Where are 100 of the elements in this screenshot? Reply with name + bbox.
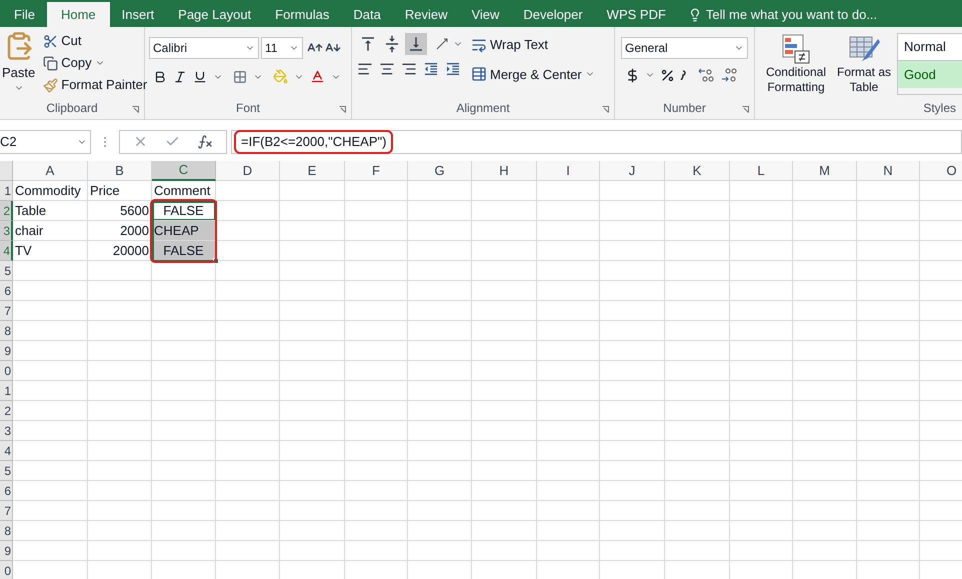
grid-cell[interactable] xyxy=(857,461,920,481)
grid-cell[interactable]: Table xyxy=(13,201,88,221)
grid-cell[interactable] xyxy=(472,221,537,241)
grid-cell[interactable] xyxy=(665,441,730,461)
grid-cell[interactable] xyxy=(730,381,793,401)
grid-cell[interactable] xyxy=(793,401,857,421)
grid-cell[interactable] xyxy=(537,521,600,541)
grid-cell[interactable] xyxy=(216,501,280,521)
grid-cell[interactable] xyxy=(537,441,600,461)
grid-cell[interactable] xyxy=(216,481,280,501)
grid-cell[interactable] xyxy=(600,421,665,441)
grid-cell[interactable] xyxy=(408,501,472,521)
grid-cell[interactable] xyxy=(216,301,280,321)
grid-cell[interactable] xyxy=(665,401,730,421)
column-header[interactable]: G xyxy=(408,161,472,181)
grid-cell[interactable] xyxy=(88,361,152,381)
grid-cell[interactable] xyxy=(600,501,665,521)
grid-cell[interactable] xyxy=(730,181,793,201)
grid-cell[interactable] xyxy=(600,221,665,241)
grid-cell[interactable] xyxy=(537,321,600,341)
grid-cell[interactable] xyxy=(88,501,152,521)
grid-cell[interactable] xyxy=(408,541,472,561)
grid-cell[interactable] xyxy=(730,461,793,481)
grid-cell[interactable] xyxy=(345,281,408,301)
grid-cell[interactable] xyxy=(88,421,152,441)
grid-cell[interactable] xyxy=(152,321,216,341)
wrap-text-button[interactable]: Wrap Text xyxy=(471,35,595,54)
grid-cell[interactable]: CHEAP xyxy=(152,221,216,241)
grid-cell[interactable] xyxy=(857,401,920,421)
grid-cell[interactable] xyxy=(13,481,88,501)
grid-cell[interactable] xyxy=(600,321,665,341)
grid-cell[interactable] xyxy=(88,541,152,561)
grid-cell[interactable] xyxy=(152,421,216,441)
grid-cell[interactable] xyxy=(600,281,665,301)
grid-cell[interactable] xyxy=(408,401,472,421)
column-header[interactable]: L xyxy=(730,161,793,181)
row-header[interactable]: 7 xyxy=(0,301,13,321)
grid-cell[interactable] xyxy=(472,401,537,421)
grid-cell[interactable] xyxy=(408,281,472,301)
grid-cell[interactable] xyxy=(88,301,152,321)
row-header[interactable]: 5 xyxy=(0,461,13,481)
grid-cell[interactable] xyxy=(793,361,857,381)
row-header[interactable]: 6 xyxy=(0,481,13,501)
ribbon-tab[interactable]: Review xyxy=(392,2,460,27)
grid-cell[interactable] xyxy=(408,201,472,221)
grid-cell[interactable] xyxy=(600,381,665,401)
grid-cell[interactable] xyxy=(600,441,665,461)
grid-cell[interactable] xyxy=(793,421,857,441)
grid-cell[interactable] xyxy=(280,301,345,321)
grid-cell[interactable] xyxy=(408,341,472,361)
grid-cell[interactable] xyxy=(537,221,600,241)
dialog-launcher-icon[interactable] xyxy=(742,106,749,113)
grid-cell[interactable]: Comment xyxy=(152,181,216,201)
column-header[interactable]: M xyxy=(793,161,857,181)
insert-function-icon[interactable] xyxy=(197,134,214,150)
align-center-icon[interactable] xyxy=(379,61,395,77)
row-header[interactable]: 2 xyxy=(0,201,13,221)
tell-me-search[interactable]: Tell me what you want to do... xyxy=(706,4,878,24)
column-header[interactable]: I xyxy=(537,161,600,181)
grid-cell[interactable] xyxy=(88,281,152,301)
grid-cell[interactable] xyxy=(793,481,857,501)
grid-cell[interactable] xyxy=(152,281,216,301)
grid-cell[interactable] xyxy=(280,441,345,461)
grid-cell[interactable] xyxy=(793,241,857,261)
grid-cell[interactable] xyxy=(472,181,537,201)
grid-cell[interactable] xyxy=(793,501,857,521)
grid-cell[interactable] xyxy=(216,441,280,461)
grid-cell[interactable] xyxy=(600,341,665,361)
format-painter-button[interactable]: Format Painter xyxy=(43,75,148,95)
row-header[interactable]: 3 xyxy=(0,421,13,441)
grid-cell[interactable] xyxy=(216,541,280,561)
grid-cell[interactable] xyxy=(13,401,88,421)
grid-cell[interactable] xyxy=(665,421,730,441)
grid-cell[interactable] xyxy=(857,201,920,221)
cell-style-swatch[interactable]: Normal xyxy=(898,34,962,61)
grid-cell[interactable] xyxy=(730,261,793,281)
grid-cell[interactable] xyxy=(472,441,537,461)
dialog-launcher-icon[interactable] xyxy=(339,106,346,113)
grid-cell[interactable] xyxy=(13,321,88,341)
grid-cell[interactable] xyxy=(280,281,345,301)
number-format-dropdown[interactable]: General xyxy=(621,37,748,59)
grid-cell[interactable] xyxy=(793,461,857,481)
vertical-align-button[interactable] xyxy=(405,33,427,55)
grid-cell[interactable] xyxy=(730,361,793,381)
ribbon-tab[interactable]: View xyxy=(459,2,512,27)
grid-cell[interactable] xyxy=(793,521,857,541)
grid-cell[interactable] xyxy=(665,361,730,381)
grid-cell[interactable] xyxy=(88,521,152,541)
row-header[interactable]: 5 xyxy=(0,261,13,281)
grid-cell[interactable] xyxy=(600,401,665,421)
column-header[interactable]: A xyxy=(13,161,88,181)
grid-cell[interactable] xyxy=(216,341,280,361)
grid-cell[interactable] xyxy=(13,521,88,541)
grid-cell[interactable] xyxy=(216,521,280,541)
grid-cell[interactable] xyxy=(345,181,408,201)
grid-cell[interactable] xyxy=(730,501,793,521)
grid-cell[interactable] xyxy=(152,301,216,321)
ribbon-tab[interactable]: WPS PDF xyxy=(594,2,678,27)
grid-cell[interactable] xyxy=(600,301,665,321)
grid-cell[interactable] xyxy=(537,261,600,281)
